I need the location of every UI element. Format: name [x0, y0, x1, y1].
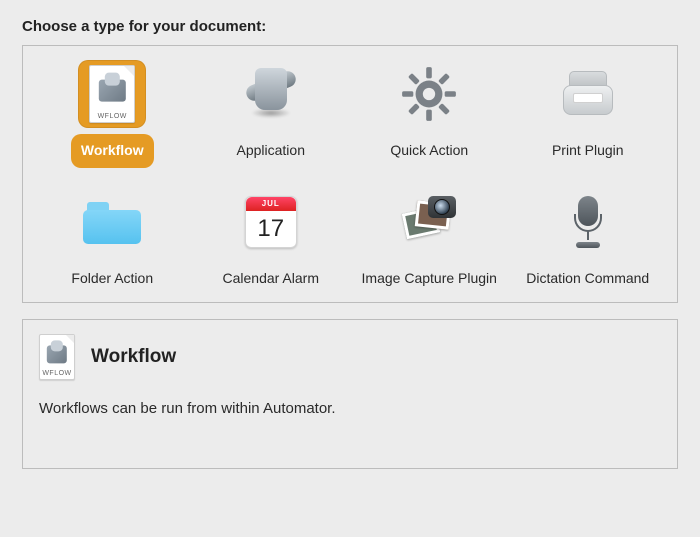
type-label: Folder Action	[61, 262, 163, 296]
type-label: Dictation Command	[516, 262, 659, 296]
type-detail-panel: WFLOW Workflow Workflows can be run from…	[22, 319, 678, 469]
type-option-print-plugin[interactable]: Print Plugin	[509, 58, 668, 168]
type-label: Calendar Alarm	[213, 262, 330, 296]
type-option-image-capture-plugin[interactable]: Image Capture Plugin	[350, 186, 509, 296]
detail-title: Workflow	[91, 346, 176, 368]
folder-icon	[81, 198, 143, 246]
image-capture-icon	[400, 196, 458, 248]
type-label: Print Plugin	[542, 134, 634, 168]
document-type-panel: WFLOW Workflow Application	[22, 45, 678, 303]
calendar-icon: JUL 17	[245, 196, 297, 248]
type-label: Application	[227, 134, 316, 168]
type-label: Workflow	[71, 134, 154, 168]
type-option-folder-action[interactable]: Folder Action	[33, 186, 192, 296]
type-label: Image Capture Plugin	[352, 262, 507, 296]
type-option-dictation-command[interactable]: Dictation Command	[509, 186, 668, 296]
type-option-application[interactable]: Application	[192, 58, 351, 168]
dialog-heading: Choose a type for your document:	[22, 18, 678, 35]
type-option-quick-action[interactable]: Quick Action	[350, 58, 509, 168]
gear-icon	[400, 65, 458, 123]
workflow-document-icon: WFLOW	[89, 65, 135, 123]
type-option-workflow[interactable]: WFLOW Workflow	[33, 58, 192, 168]
printer-icon	[559, 69, 617, 119]
type-option-calendar-alarm[interactable]: JUL 17 Calendar Alarm	[192, 186, 351, 296]
type-label: Quick Action	[380, 134, 478, 168]
detail-description: Workflows can be run from within Automat…	[39, 400, 661, 417]
automator-app-icon	[241, 64, 301, 124]
workflow-document-icon: WFLOW	[39, 334, 75, 380]
microphone-icon	[568, 194, 608, 250]
